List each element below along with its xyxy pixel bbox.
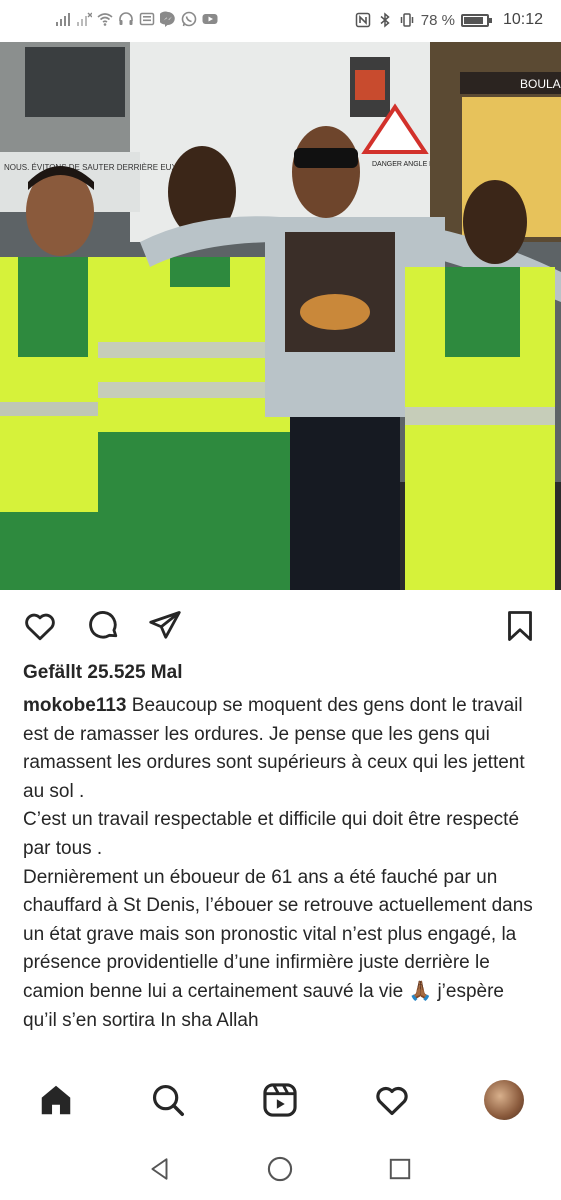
post-photo-illustration: NOUS. ÉVITONS DE SAUTER DERRIÈRE EUX. DA… (0, 42, 561, 590)
comment-button[interactable] (83, 606, 123, 646)
person-3-print-detail (300, 294, 370, 330)
nav-reels-button[interactable] (258, 1078, 302, 1122)
like-button[interactable] (20, 606, 60, 646)
system-back-button[interactable] (145, 1154, 175, 1184)
system-home-button[interactable] (265, 1154, 295, 1184)
person-2-collar (170, 257, 230, 287)
truck-control-light (355, 70, 385, 100)
home-circle-icon (267, 1156, 293, 1182)
signal-no-sim-icon (77, 12, 92, 26)
heart-icon (25, 613, 55, 641)
building-window (25, 47, 125, 117)
nav-home-button[interactable] (34, 1078, 78, 1122)
caption-text-3: Dernièrement un éboueur de 61 ans a été … (23, 866, 533, 1031)
status-bar: 78 % 10:12 (0, 0, 561, 42)
status-left-icons (55, 11, 218, 27)
system-recents-button[interactable] (385, 1154, 415, 1184)
back-icon (151, 1158, 168, 1180)
person-1-shirt (18, 257, 88, 357)
youtube-icon (202, 14, 218, 24)
battery-level-fill (463, 16, 483, 24)
comment-icon (89, 611, 118, 639)
vibrate-icon (400, 13, 413, 27)
nfc-icon (355, 12, 370, 28)
headphones-icon (119, 12, 133, 25)
post-actions (0, 600, 561, 650)
save-button[interactable] (500, 606, 540, 646)
person-2-lower-jacket (98, 432, 290, 590)
person-3-sunglasses (294, 148, 358, 168)
person-4-shirt (445, 267, 520, 357)
activity-heart-icon (376, 1086, 408, 1116)
person-3-jeans (290, 417, 400, 590)
status-right-icons: 78 % 10:12 (355, 11, 543, 29)
post-photo[interactable]: NOUS. ÉVITONS DE SAUTER DERRIÈRE EUX. DA… (0, 42, 561, 590)
reels-icon (263, 1083, 297, 1117)
shop-sign-text: BOULA (520, 77, 561, 91)
bookmark-icon (508, 611, 532, 641)
caption-text-2: C’est un travail respectable et difficil… (23, 809, 520, 859)
share-icon (149, 611, 181, 639)
share-button[interactable] (145, 606, 185, 646)
profile-avatar (484, 1080, 524, 1120)
truck-sign-text: NOUS. ÉVITONS DE SAUTER DERRIÈRE EUX. (4, 163, 179, 172)
person-4-reflective-stripe (405, 407, 555, 425)
person-3-hoodie-print (285, 232, 395, 352)
home-icon (41, 1085, 71, 1115)
person-1-trousers (0, 512, 110, 590)
person-3-head (292, 126, 360, 218)
battery-percent: 78 % (420, 11, 455, 29)
bluetooth-icon (380, 12, 390, 28)
bottom-navigation (0, 1070, 561, 1132)
caption-username[interactable]: mokobe113 (23, 695, 127, 716)
messenger-icon (160, 11, 175, 27)
recents-icon (389, 1158, 411, 1180)
signal-icon (56, 13, 70, 26)
news-icon (139, 12, 155, 26)
post-caption: mokobe113 Beaucoup se moquent des gens d… (23, 692, 543, 1035)
likes-count[interactable]: Gefällt 25.525 Mal (23, 662, 182, 684)
person-2-reflective-stripe-2 (98, 382, 290, 398)
battery-icon (460, 13, 492, 27)
person-1-reflective-stripe (0, 402, 110, 416)
search-icon (152, 1084, 184, 1116)
wifi-icon (97, 13, 113, 26)
whatsapp-icon (181, 11, 197, 27)
nav-profile-button[interactable] (482, 1078, 526, 1122)
caption-paragraph-1: mokobe113 Beaucoup se moquent des gens d… (23, 692, 543, 806)
system-navigation (0, 1138, 561, 1200)
person-2-reflective-stripe-1 (98, 342, 290, 358)
nav-activity-button[interactable] (370, 1078, 414, 1122)
nav-search-button[interactable] (146, 1078, 190, 1122)
person-4-trousers (405, 497, 555, 590)
person-4-head (463, 180, 527, 264)
clock: 10:12 (502, 11, 543, 28)
